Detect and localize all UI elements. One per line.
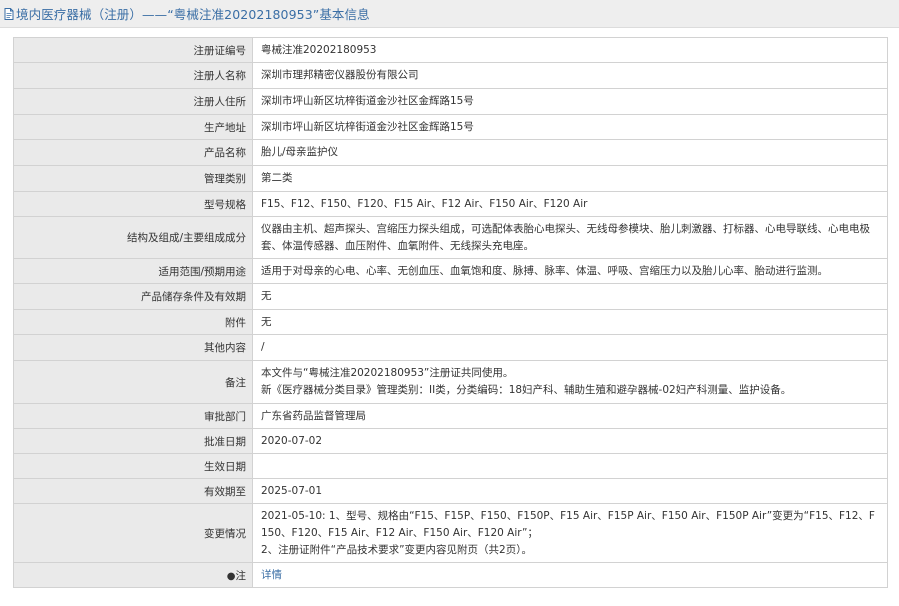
row-label: 适用范围/预期用途 xyxy=(13,258,253,284)
row-value: 本文件与“粤械注准20202180953”注册证共同使用。 新《医疗器械分类目录… xyxy=(252,360,888,404)
table-row: 审批部门 广东省药品监督管理局 xyxy=(13,403,888,429)
row-value: 广东省药品监督管理局 xyxy=(252,403,888,429)
table-row: 备注 本文件与“粤械注准20202180953”注册证共同使用。 新《医疗器械分… xyxy=(13,360,888,404)
row-value: 深圳市坪山新区坑梓街道金沙社区金辉路15号 xyxy=(252,114,888,140)
row-label: 有效期至 xyxy=(13,478,253,504)
table-row: 注册人名称 深圳市理邦精密仪器股份有限公司 xyxy=(13,62,888,89)
table-row: 批准日期 2020-07-02 xyxy=(13,428,888,454)
row-label: 变更情况 xyxy=(13,503,253,563)
row-label: ●注 xyxy=(13,562,253,588)
row-value: 深圳市坪山新区坑梓街道金沙社区金辉路15号 xyxy=(252,88,888,115)
table-row: 管理类别 第二类 xyxy=(13,165,888,192)
row-value: / xyxy=(252,334,888,361)
row-label: 注册人住所 xyxy=(13,88,253,115)
table-row: 生效日期 xyxy=(13,453,888,479)
row-label: 批准日期 xyxy=(13,428,253,454)
table-row: 其他内容 / xyxy=(13,334,888,361)
row-label: 注册证编号 xyxy=(13,37,253,63)
change-line: 2、注册证附件“产品技术要求”变更内容见附页（共2页）。 xyxy=(261,543,532,556)
table-row: 产品储存条件及有效期 无 xyxy=(13,283,888,310)
row-value: F15、F12、F150、F120、F15 Air、F12 Air、F150 A… xyxy=(252,191,888,217)
details-link[interactable]: 详情 xyxy=(261,569,282,581)
remark-line: 新《医疗器械分类目录》管理类别：II类，分类编码：18妇产科、辅助生殖和避孕器械… xyxy=(261,384,792,396)
row-value: 无 xyxy=(252,283,888,310)
page-header: 境内医疗器械（注册）——“粤械注准20202180953”基本信息 xyxy=(0,0,899,28)
info-table-container: 注册证编号 粤械注准20202180953 注册人名称 深圳市理邦精密仪器股份有… xyxy=(13,37,888,588)
row-value: 详情 xyxy=(252,562,888,588)
bullet-icon: ● xyxy=(226,570,236,582)
table-row: 生产地址 深圳市坪山新区坑梓街道金沙社区金辉路15号 xyxy=(13,114,888,140)
row-label: 其他内容 xyxy=(13,334,253,361)
row-label: 备注 xyxy=(13,360,253,404)
table-row: 适用范围/预期用途 适用于对母亲的心电、心率、无创血压、血氧饱和度、脉搏、脉率、… xyxy=(13,258,888,284)
info-table: 注册证编号 粤械注准20202180953 注册人名称 深圳市理邦精密仪器股份有… xyxy=(13,37,888,588)
row-label: 生产地址 xyxy=(13,114,253,140)
table-row: 有效期至 2025-07-01 xyxy=(13,478,888,504)
row-value: 胎儿/母亲监护仪 xyxy=(252,139,888,166)
row-label: 型号规格 xyxy=(13,191,253,217)
row-value xyxy=(252,453,888,479)
row-label: 产品储存条件及有效期 xyxy=(13,283,253,310)
change-line: 2021-05-10: 1、型号、规格由“F15、F15P、F150、F150P… xyxy=(261,509,875,539)
table-row: 附件 无 xyxy=(13,309,888,335)
row-value: 2025-07-01 xyxy=(252,478,888,504)
row-label: 管理类别 xyxy=(13,165,253,192)
row-label: 产品名称 xyxy=(13,139,253,166)
page-title: 境内医疗器械（注册）——“粤械注准20202180953”基本信息 xyxy=(16,7,370,22)
table-row: 注册人住所 深圳市坪山新区坑梓街道金沙社区金辉路15号 xyxy=(13,88,888,115)
remark-line: 本文件与“粤械注准20202180953”注册证共同使用。 xyxy=(261,367,514,379)
row-value: 2020-07-02 xyxy=(252,428,888,454)
row-label: 附件 xyxy=(13,309,253,335)
table-row: 变更情况 2021-05-10: 1、型号、规格由“F15、F15P、F150、… xyxy=(13,503,888,563)
row-value: 适用于对母亲的心电、心率、无创血压、血氧饱和度、脉搏、脉率、体温、呼吸、宫缩压力… xyxy=(252,258,888,284)
table-row: 注册证编号 粤械注准20202180953 xyxy=(13,37,888,63)
row-value: 仪器由主机、超声探头、宫缩压力探头组成，可选配体表胎心电探头、无线母参模块、胎儿… xyxy=(252,216,888,259)
row-label: 审批部门 xyxy=(13,403,253,429)
document-icon xyxy=(4,7,14,20)
table-row: 产品名称 胎儿/母亲监护仪 xyxy=(13,139,888,166)
row-value: 深圳市理邦精密仪器股份有限公司 xyxy=(252,62,888,89)
table-row: 型号规格 F15、F12、F150、F120、F15 Air、F12 Air、F… xyxy=(13,191,888,217)
note-label: 注 xyxy=(235,569,247,582)
row-value: 2021-05-10: 1、型号、规格由“F15、F15P、F150、F150P… xyxy=(252,503,888,563)
row-label: 结构及组成/主要组成成分 xyxy=(13,216,253,259)
table-row: 结构及组成/主要组成成分 仪器由主机、超声探头、宫缩压力探头组成，可选配体表胎心… xyxy=(13,216,888,259)
row-value: 无 xyxy=(252,309,888,335)
row-label: 生效日期 xyxy=(13,453,253,479)
table-row: ●注 详情 xyxy=(13,562,888,588)
row-value: 第二类 xyxy=(252,165,888,192)
row-value: 粤械注准20202180953 xyxy=(252,37,888,63)
row-label: 注册人名称 xyxy=(13,62,253,89)
